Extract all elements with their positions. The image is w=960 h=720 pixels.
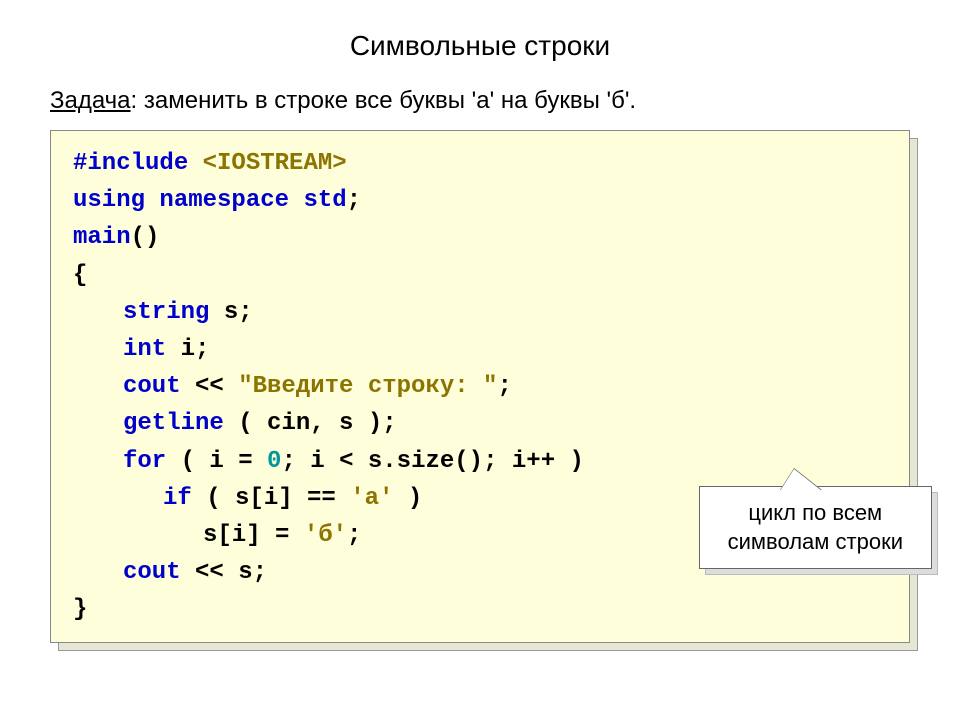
- code-line-for: for ( i = 0; i < s.size(); i++ ): [73, 443, 887, 480]
- callout-box: цикл по всем символам строки: [699, 486, 932, 569]
- task-description: Задача: заменить в строке все буквы 'а' …: [50, 87, 910, 115]
- page-title: Символьные строки: [50, 30, 910, 62]
- code-line-rbrace: }: [73, 591, 887, 628]
- task-label: Задача: [50, 87, 131, 114]
- code-line-cout-prompt: cout << "Введите строку: ";: [73, 368, 887, 405]
- task-text: : заменить в строке все буквы 'а' на бук…: [131, 87, 637, 114]
- callout-pointer-icon: [780, 469, 822, 491]
- code-line-int: int i;: [73, 331, 887, 368]
- code-line-using: using namespace std;: [73, 182, 887, 219]
- callout-line1: цикл по всем: [728, 499, 903, 528]
- code-line-getline: getline ( cin, s );: [73, 405, 887, 442]
- callout-line2: символам строки: [728, 528, 903, 557]
- code-line-lbrace: {: [73, 257, 887, 294]
- callout: цикл по всем символам строки: [699, 486, 932, 569]
- code-line-main: main(): [73, 219, 887, 256]
- code-line-include: #include <IOSTREAM>: [73, 145, 887, 182]
- code-line-string: string s;: [73, 294, 887, 331]
